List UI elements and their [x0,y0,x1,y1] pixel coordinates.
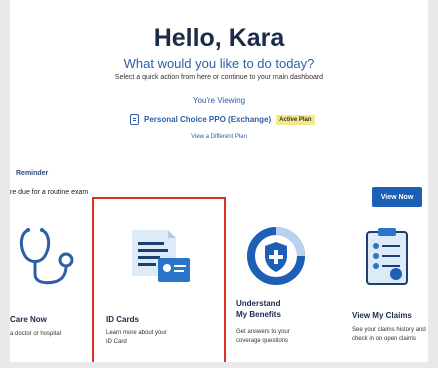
claims-desc-1: See your claims history and [352,327,426,333]
reminder-label: Reminder [16,170,49,177]
care-now-desc: a doctor or hospital [10,331,62,337]
document-icon [130,114,139,125]
viewing-label: You're Viewing [192,96,246,105]
benefits-title-1: Understand [236,299,281,308]
instruction-text: Select a quick action from here or conti… [114,74,324,81]
benefits-desc-2: coverage questions [236,338,289,344]
subheading: What would you like to do today? [123,56,315,71]
id-cards-highlight-outline [92,197,226,362]
claims-desc-2: check in on open claims [352,336,417,342]
switch-plan-link[interactable]: View a Different Plan [10,134,428,140]
plan-name: Personal Choice PPO (Exchange) [144,115,272,124]
plan-row: Personal Choice PPO (Exchange) Active Pl… [130,114,315,125]
reminder-text: re due for a routine exam [10,189,89,196]
stethoscope-icon [19,228,74,285]
view-now-button[interactable]: View Now [372,187,422,207]
active-plan-badge: Active Plan [276,114,315,125]
benefits-desc-1: Get answers to your [236,329,290,335]
claims-title: View My Claims [352,311,412,320]
clipboard-claims-icon [366,228,408,285]
care-now-title: Care Now [10,315,47,324]
dashboard-frame: Hello, Kara What would you like to do to… [10,0,428,362]
page-title: Hello, Kara [153,24,285,52]
shield-benefits-icon [247,227,305,285]
benefits-title-2: My Benefits [236,310,281,319]
